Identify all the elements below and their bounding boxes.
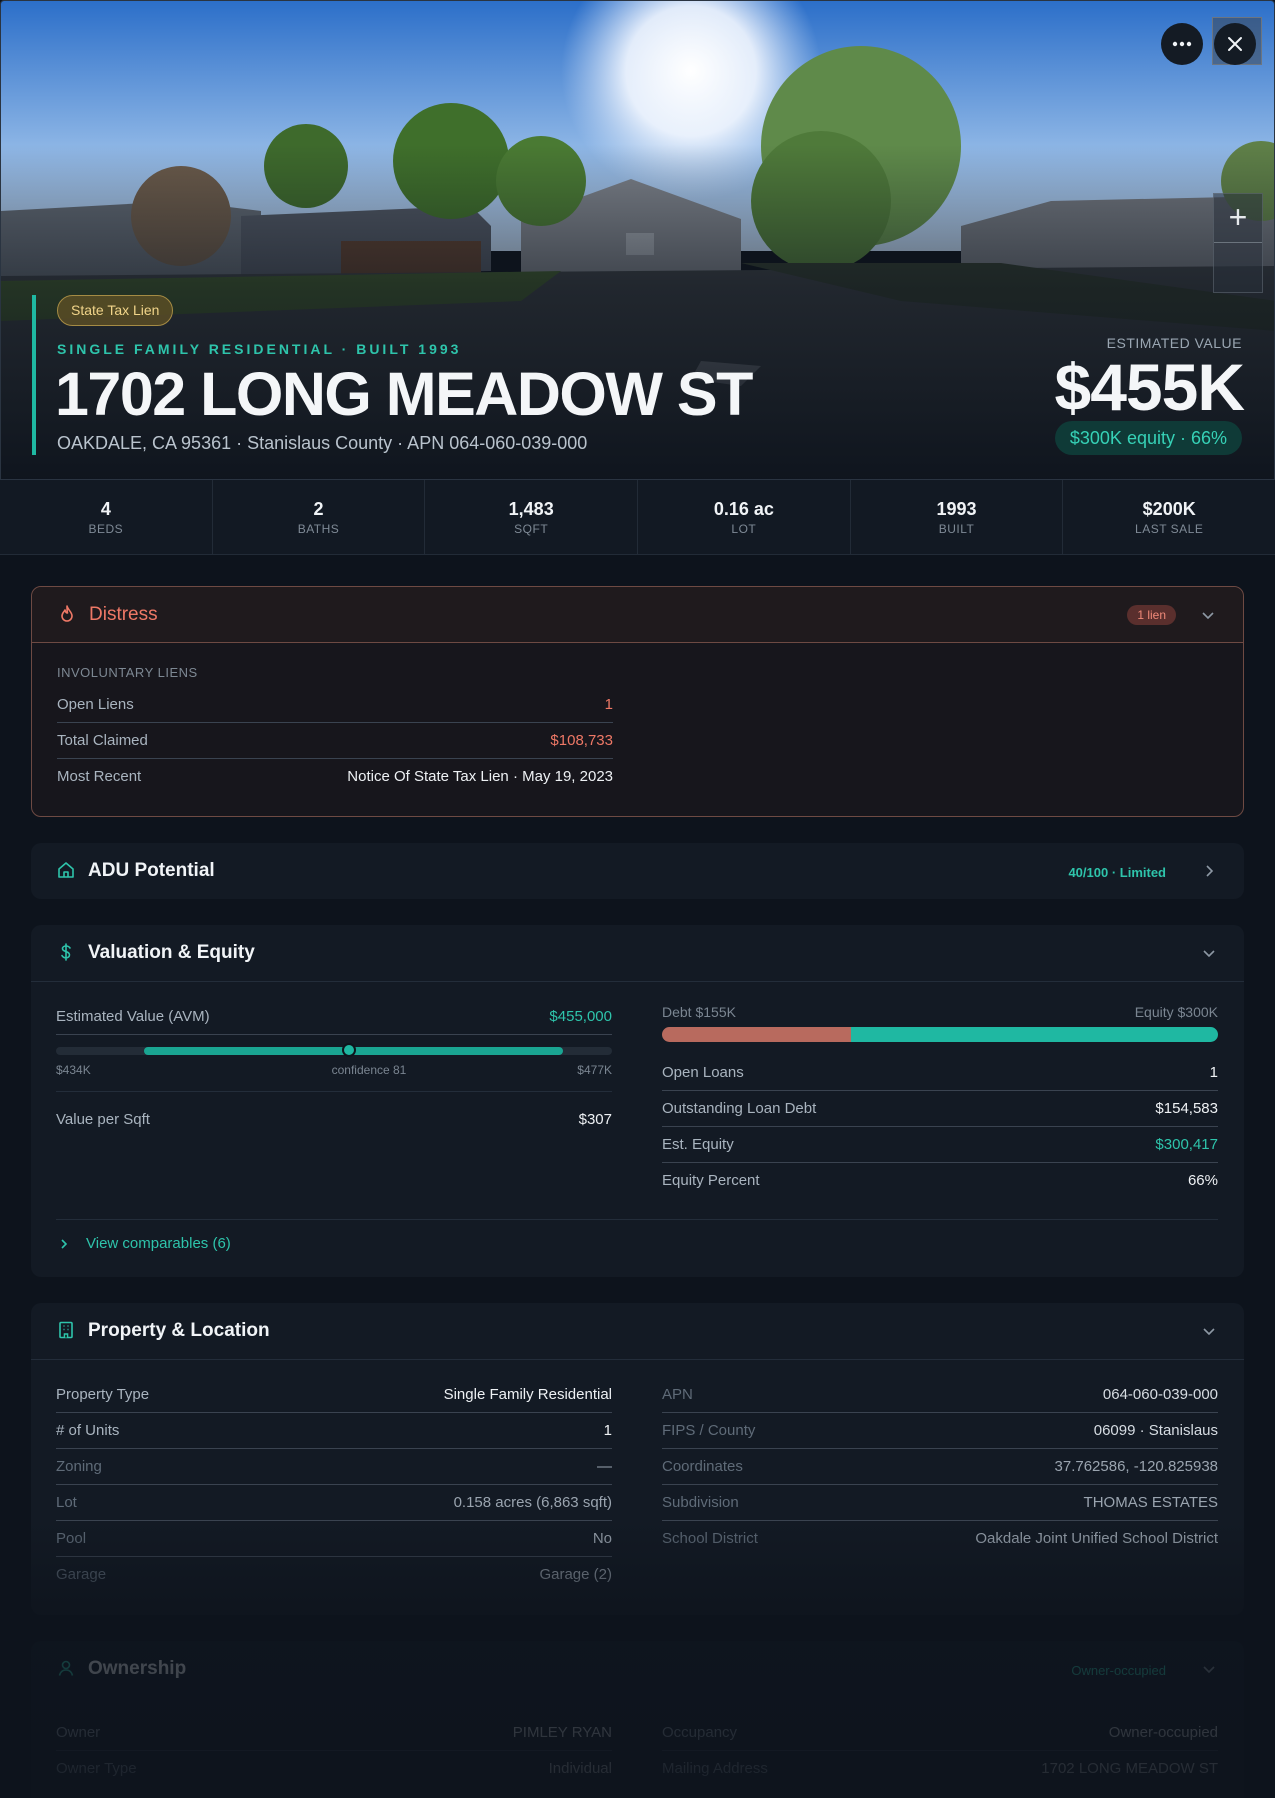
- value-per-sqft-row: Value per Sqft $307: [56, 1111, 612, 1128]
- subdivision-row: Subdivision THOMAS ESTATES: [662, 1485, 1218, 1521]
- stat-baths: 2 BATHS: [213, 480, 426, 554]
- dollar-icon: [61, 943, 71, 961]
- property-address: 1702 LONG MEADOW ST: [55, 360, 753, 428]
- equity-label: Equity $300K: [1134, 1004, 1218, 1020]
- apn-row: APN 064-060-039-000: [662, 1377, 1218, 1413]
- flame-icon: [61, 605, 73, 622]
- zoning-row: Zoning —: [56, 1449, 612, 1485]
- ownership-title: Ownership: [88, 1658, 187, 1679]
- ellipsis-icon: [1172, 41, 1192, 47]
- property-location-card: Property & Location Property Type Single …: [31, 1303, 1244, 1615]
- avm-range-low: $434K: [56, 1063, 91, 1077]
- most-recent-row: Most Recent Notice Of State Tax Lien · M…: [57, 768, 613, 785]
- property-location: OAKDALE, CA 95361 · Stanislaus County · …: [57, 433, 588, 453]
- valuation-equity-card: Valuation & Equity Estimated Value (AVM)…: [31, 925, 1244, 1277]
- close-button[interactable]: [1214, 23, 1256, 65]
- ownership-header[interactable]: Ownership Owner-occupied: [31, 1641, 1244, 1697]
- lot-row: Lot 0.158 acres (6,863 sqft): [56, 1485, 612, 1521]
- coordinates-row: Coordinates 37.762586, -120.825938: [662, 1449, 1218, 1485]
- home-icon: [58, 862, 74, 878]
- stats-bar: 4 BEDS 2 BATHS 1,483 SQFT 0.16 ac LOT 1993 BU…: [0, 480, 1275, 555]
- avm-range-high: $477K: [577, 1063, 612, 1077]
- avm-range-bar: [56, 1043, 612, 1057]
- loan-debt-row: Outstanding Loan Debt $154,583: [662, 1091, 1218, 1127]
- open-liens-row: Open Liens 1: [57, 687, 613, 723]
- ownership-card: Ownership Owner-occupied Owner PIMLEY RYA…: [31, 1641, 1244, 1798]
- stat-beds: 4 BEDS: [0, 480, 213, 554]
- close-icon: [1228, 37, 1242, 51]
- avm-estimate-marker: [341, 1043, 356, 1057]
- distress-header[interactable]: Distress 1 lien: [32, 587, 1243, 643]
- equity-badge: $300K equity · 66%: [1054, 421, 1242, 455]
- school-district-row: School District Oakdale Joint Unified Sch…: [662, 1530, 1218, 1547]
- property-type-row: Property Type Single Family Residential: [56, 1377, 612, 1413]
- stat-last-sale: $200K LAST SALE: [1135, 499, 1204, 536]
- total-claimed-row: Total Claimed $108,733: [57, 723, 613, 759]
- units-row: # of Units 1: [56, 1413, 612, 1449]
- equity-percent-row: Equity Percent 66%: [662, 1172, 1218, 1189]
- property-header[interactable]: Property & Location: [31, 1303, 1244, 1359]
- view-comparables-link[interactable]: View comparables (6): [86, 1235, 231, 1252]
- hero-streetview: State Tax Lien SINGLE FAMILY RESIDENTIAL…: [0, 0, 1275, 480]
- occupancy-row: Occupancy Owner-occupied: [662, 1715, 1218, 1751]
- open-loans-row: Open Loans 1: [662, 1055, 1218, 1091]
- divider: [56, 1219, 1218, 1220]
- building-icon: [59, 1321, 73, 1339]
- owner-type-row: Owner Type Individual: [56, 1760, 612, 1777]
- debt-label: Debt $155K: [662, 1004, 736, 1020]
- fips-county-row: FIPS / County 06099 · Stanislaus: [662, 1413, 1218, 1449]
- avm-confidence: confidence 81: [331, 1063, 407, 1077]
- accent-bar: [32, 295, 36, 455]
- chevron-down-icon[interactable]: [1201, 945, 1217, 961]
- zoom-in-button[interactable]: +: [1214, 194, 1262, 243]
- stat-sqft: 1,483 SQFT: [425, 480, 639, 554]
- chevron-down-icon[interactable]: [1201, 1323, 1217, 1339]
- divider: [56, 1091, 612, 1092]
- garage-row: Garage Garage (2): [56, 1566, 612, 1583]
- more-options-button[interactable]: [1161, 23, 1203, 65]
- chevron-right-icon[interactable]: [1201, 863, 1217, 879]
- chevron-down-icon[interactable]: [1200, 607, 1216, 623]
- adu-score: 40/100 · Limited: [1068, 865, 1166, 880]
- equity-segment: [851, 1027, 1218, 1042]
- distress-title: Distress: [89, 604, 158, 625]
- divider: [31, 981, 1244, 982]
- debt-segment: [662, 1027, 852, 1042]
- adu-potential-card[interactable]: ADU Potential 40/100 · Limited: [31, 843, 1244, 899]
- mailing-address-row: Mailing Address 1702 LONG MEADOW ST: [662, 1760, 1218, 1777]
- pool-row: Pool No: [56, 1521, 612, 1557]
- owner-row: Owner PIMLEY RYAN: [56, 1715, 612, 1751]
- lien-tag[interactable]: State Tax Lien: [57, 295, 174, 326]
- est-equity-row: Est. Equity $300,417: [662, 1127, 1218, 1163]
- lien-count-badge: 1 lien: [1127, 605, 1176, 625]
- chevron-down-icon[interactable]: [1201, 1661, 1217, 1677]
- avm-row: Estimated Value (AVM) $455,000: [56, 999, 612, 1035]
- chevron-right-icon[interactable]: [58, 1238, 70, 1250]
- property-subtype: SINGLE FAMILY RESIDENTIAL · BUILT 1993: [57, 341, 462, 357]
- debt-equity-bar: [662, 1027, 1218, 1042]
- involuntary-liens-label: INVOLUNTARY LIENS: [57, 665, 198, 680]
- property-title: Property & Location: [88, 1320, 270, 1341]
- adu-title: ADU Potential: [88, 860, 215, 881]
- distress-card: Distress 1 lien INVOLUNTARY LIENS Open L…: [31, 586, 1244, 817]
- divider: [31, 1359, 1244, 1360]
- map-zoom-control: +: [1213, 193, 1263, 293]
- user-icon: [58, 1660, 74, 1676]
- estimated-value: $455K: [1054, 350, 1245, 424]
- valuation-title: Valuation & Equity: [88, 942, 255, 963]
- valuation-header[interactable]: Valuation & Equity: [31, 925, 1244, 981]
- stat-lot: 0.16 ac LOT: [638, 480, 851, 554]
- stat-built: 1993 BUILT: [851, 480, 1064, 554]
- occupancy-badge: Owner-occupied: [1071, 1663, 1166, 1678]
